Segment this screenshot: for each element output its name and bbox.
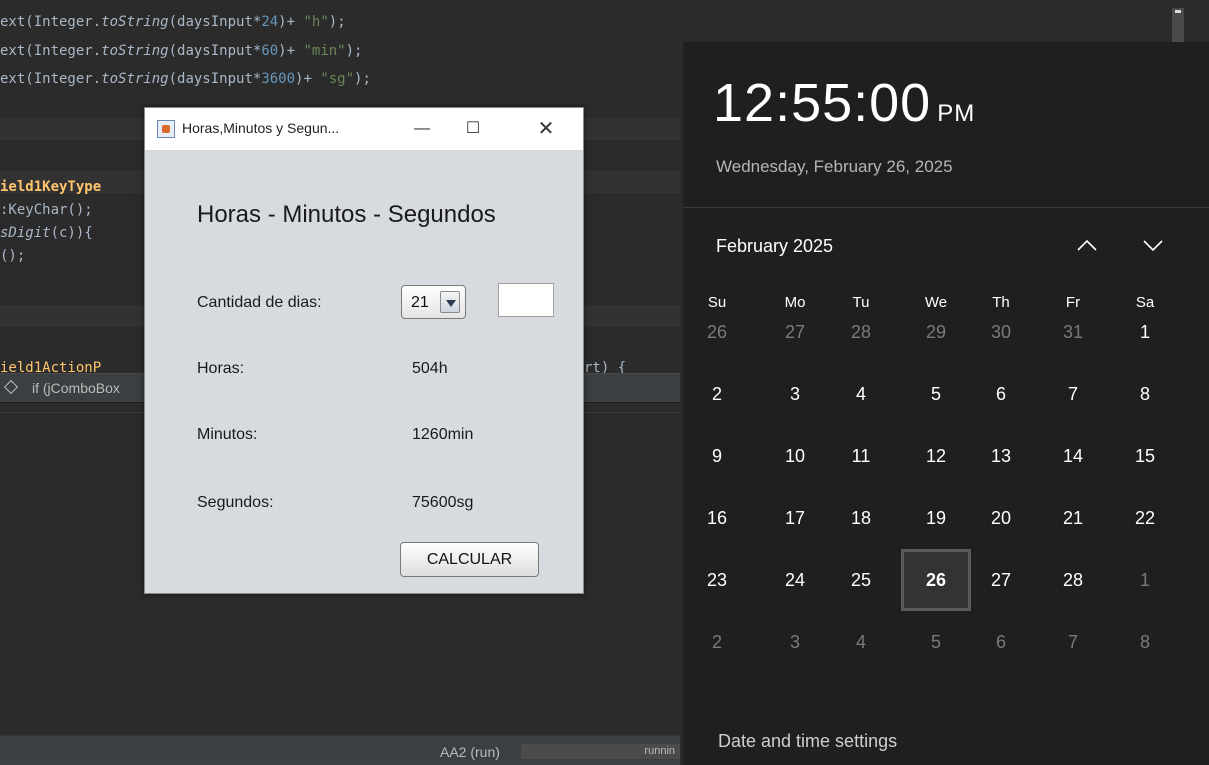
close-button[interactable]: ✕ <box>523 108 569 150</box>
calendar-day[interactable]: 7 <box>1038 363 1108 425</box>
run-label: AA2 (run) <box>440 744 500 760</box>
calendar-day[interactable]: 3 <box>760 363 830 425</box>
month-label[interactable]: February 2025 <box>716 236 833 257</box>
calendar-day[interactable]: 26 <box>682 301 752 363</box>
calendar-day-today[interactable]: 26 <box>901 549 971 611</box>
maximize-button[interactable]: ☐ <box>450 108 496 150</box>
java-app-icon <box>157 120 175 138</box>
ide-right-bar <box>675 0 1209 42</box>
code-line: sDigit(c)){ <box>0 225 93 241</box>
calendar-day[interactable]: 16 <box>682 487 752 549</box>
calendar-day[interactable]: 14 <box>1038 425 1108 487</box>
calendar-day[interactable]: 21 <box>1038 487 1108 549</box>
calendar-day[interactable]: 12 <box>901 425 971 487</box>
calendar-day[interactable]: 18 <box>826 487 896 549</box>
calendar-day[interactable]: 2 <box>682 363 752 425</box>
segundos-label: Segundos: <box>197 494 274 511</box>
calendar-day[interactable]: 28 <box>826 301 896 363</box>
calendar-day[interactable]: 1 <box>1110 549 1180 611</box>
code-line: :KeyChar(); <box>0 202 93 218</box>
calendar-day[interactable]: 8 <box>1110 363 1180 425</box>
code-line: (); <box>0 248 26 264</box>
code-line: ext(Integer.toString(daysInput*3600)+ "s… <box>0 71 371 87</box>
clock-ampm: PM <box>937 100 976 127</box>
code-line: ext(Integer.toString(daysInput*60)+ "min… <box>0 43 363 59</box>
horas-label: Horas: <box>197 360 245 377</box>
full-date[interactable]: Wednesday, February 26, 2025 <box>716 157 953 177</box>
page-title: Horas - Minutos - Segundos <box>197 201 496 228</box>
calendar-flyout: 12:55:00 PM Wednesday, February 26, 2025 … <box>683 42 1209 765</box>
minimize-button[interactable]: — <box>399 108 445 150</box>
calendar-day[interactable]: 3 <box>760 611 830 673</box>
calendar-day[interactable]: 20 <box>966 487 1036 549</box>
status-bar: AA2 (run) runnin <box>0 735 680 765</box>
code-line: ext(Integer.toString(daysInput*24)+ "h")… <box>0 14 346 30</box>
calendar-day[interactable]: 2 <box>682 611 752 673</box>
chevron-down-icon[interactable] <box>440 291 460 313</box>
calendar-day[interactable]: 27 <box>966 549 1036 611</box>
run-progress-bar: runnin <box>521 744 680 759</box>
calendar-day[interactable]: 4 <box>826 611 896 673</box>
calendar-day[interactable]: 24 <box>760 549 830 611</box>
calendar-day[interactable]: 13 <box>966 425 1036 487</box>
calendar-day[interactable]: 6 <box>966 611 1036 673</box>
code-line: ield1KeyType <box>0 179 102 195</box>
calendar-day[interactable]: 10 <box>760 425 830 487</box>
minutos-value: 1260min <box>412 426 474 443</box>
horas-value: 504h <box>412 360 448 377</box>
chevron-down-icon[interactable] <box>1138 230 1168 260</box>
scroll-indicator[interactable] <box>1172 8 1184 42</box>
minutos-label: Minutos: <box>197 426 258 443</box>
calendar-day[interactable]: 31 <box>1038 301 1108 363</box>
dias-combobox[interactable]: 21 <box>401 285 466 319</box>
calendar-day[interactable]: 15 <box>1110 425 1180 487</box>
calendar-day[interactable]: 5 <box>901 611 971 673</box>
calendar-day[interactable]: 4 <box>826 363 896 425</box>
calendar-day[interactable]: 8 <box>1110 611 1180 673</box>
calendar-day[interactable]: 5 <box>901 363 971 425</box>
calendar-day[interactable]: 22 <box>1110 487 1180 549</box>
calendar-day[interactable]: 6 <box>966 363 1036 425</box>
calendar-day[interactable]: 28 <box>1038 549 1108 611</box>
calendar-day[interactable]: 25 <box>826 549 896 611</box>
calendar-day[interactable]: 17 <box>760 487 830 549</box>
dias-selected-value: 21 <box>411 294 429 311</box>
calendar-day[interactable]: 19 <box>901 487 971 549</box>
calendar-day[interactable]: 11 <box>826 425 896 487</box>
window-title-bar[interactable]: Horas,Minutos y Segun... — ☐ ✕ <box>145 108 583 150</box>
divider <box>683 207 1209 208</box>
segundos-value: 75600sg <box>412 494 474 511</box>
calendar-day[interactable]: 30 <box>966 301 1036 363</box>
app-window: Horas,Minutos y Segun... — ☐ ✕ Horas - M… <box>144 107 584 594</box>
window-title: Horas,Minutos y Segun... <box>182 120 340 136</box>
running-label: runnin <box>644 745 675 757</box>
calendar-day[interactable]: 29 <box>901 301 971 363</box>
calcular-button[interactable]: CALCULAR <box>400 542 539 577</box>
calendar-day[interactable]: 1 <box>1110 301 1180 363</box>
code-block-icon <box>3 379 19 395</box>
dias-text-field[interactable] <box>498 283 554 317</box>
calendar-day[interactable]: 7 <box>1038 611 1108 673</box>
dias-label: Cantidad de dias: <box>197 294 322 311</box>
clock-time: 12:55:00 PM <box>713 72 975 134</box>
chevron-up-icon[interactable] <box>1072 230 1102 260</box>
calendar-day[interactable]: 23 <box>682 549 752 611</box>
calendar-day[interactable]: 27 <box>760 301 830 363</box>
breadcrumb-label: if (jComboBox <box>32 380 120 396</box>
clock-time-value: 12:55:00 <box>713 73 932 133</box>
date-time-settings-link[interactable]: Date and time settings <box>718 731 897 752</box>
calendar-day[interactable]: 9 <box>682 425 752 487</box>
